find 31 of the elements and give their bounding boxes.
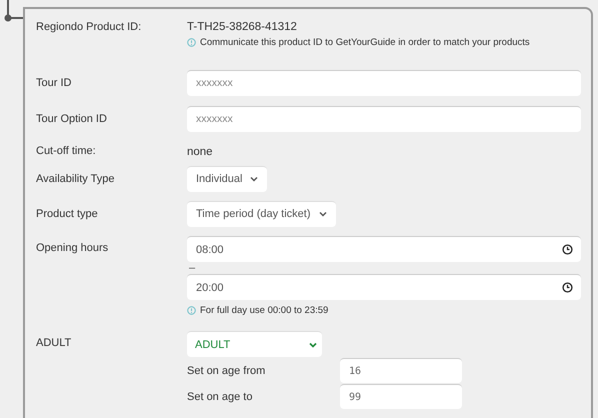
hint-text: For full day use 00:00 to 23:59 <box>200 305 328 316</box>
range-separator: – <box>188 262 196 274</box>
caret-icon <box>250 176 258 182</box>
field-label: Tour Option ID <box>36 112 108 126</box>
field-label: Regiondo Product ID: <box>36 20 142 34</box>
time-field[interactable]: 20:00 <box>187 274 581 300</box>
availability-type-dropdown[interactable]: Individual <box>187 166 268 192</box>
age-to-field[interactable]: 99 <box>340 384 462 409</box>
field-label: ADULT <box>36 336 72 350</box>
product-type-dropdown[interactable]: Time period (day ticket) <box>187 200 336 226</box>
clock-icon <box>562 282 573 293</box>
tour-id-field[interactable]: xxxxxxx <box>187 70 581 96</box>
age-from-field[interactable]: 16 <box>340 358 462 383</box>
clock-icon <box>562 244 573 255</box>
time-field[interactable]: 08:00 <box>187 236 581 262</box>
field-label: Set on age from <box>187 364 266 376</box>
field-label: Cut-off time: <box>36 144 97 158</box>
caret-icon <box>309 342 317 348</box>
hint-text: Communicate this product ID to GetYourGuide in order to match your products <box>200 37 530 48</box>
cutoff-value: none <box>187 144 213 158</box>
field-label: Availability Type <box>36 172 116 186</box>
field-label: Opening hours <box>36 241 110 255</box>
age-group-dropdown[interactable]: ADULT <box>187 331 322 357</box>
field-label: Product type <box>36 206 99 220</box>
tour-option-id-field[interactable]: xxxxxxx <box>187 106 581 132</box>
field-label: Set on age to <box>187 390 254 402</box>
field-label: Tour ID <box>36 76 72 90</box>
product-id-value: T-TH25-38268-41312 <box>187 20 298 34</box>
info-icon <box>187 306 196 315</box>
caret-icon <box>318 211 327 217</box>
info-icon <box>187 38 196 47</box>
